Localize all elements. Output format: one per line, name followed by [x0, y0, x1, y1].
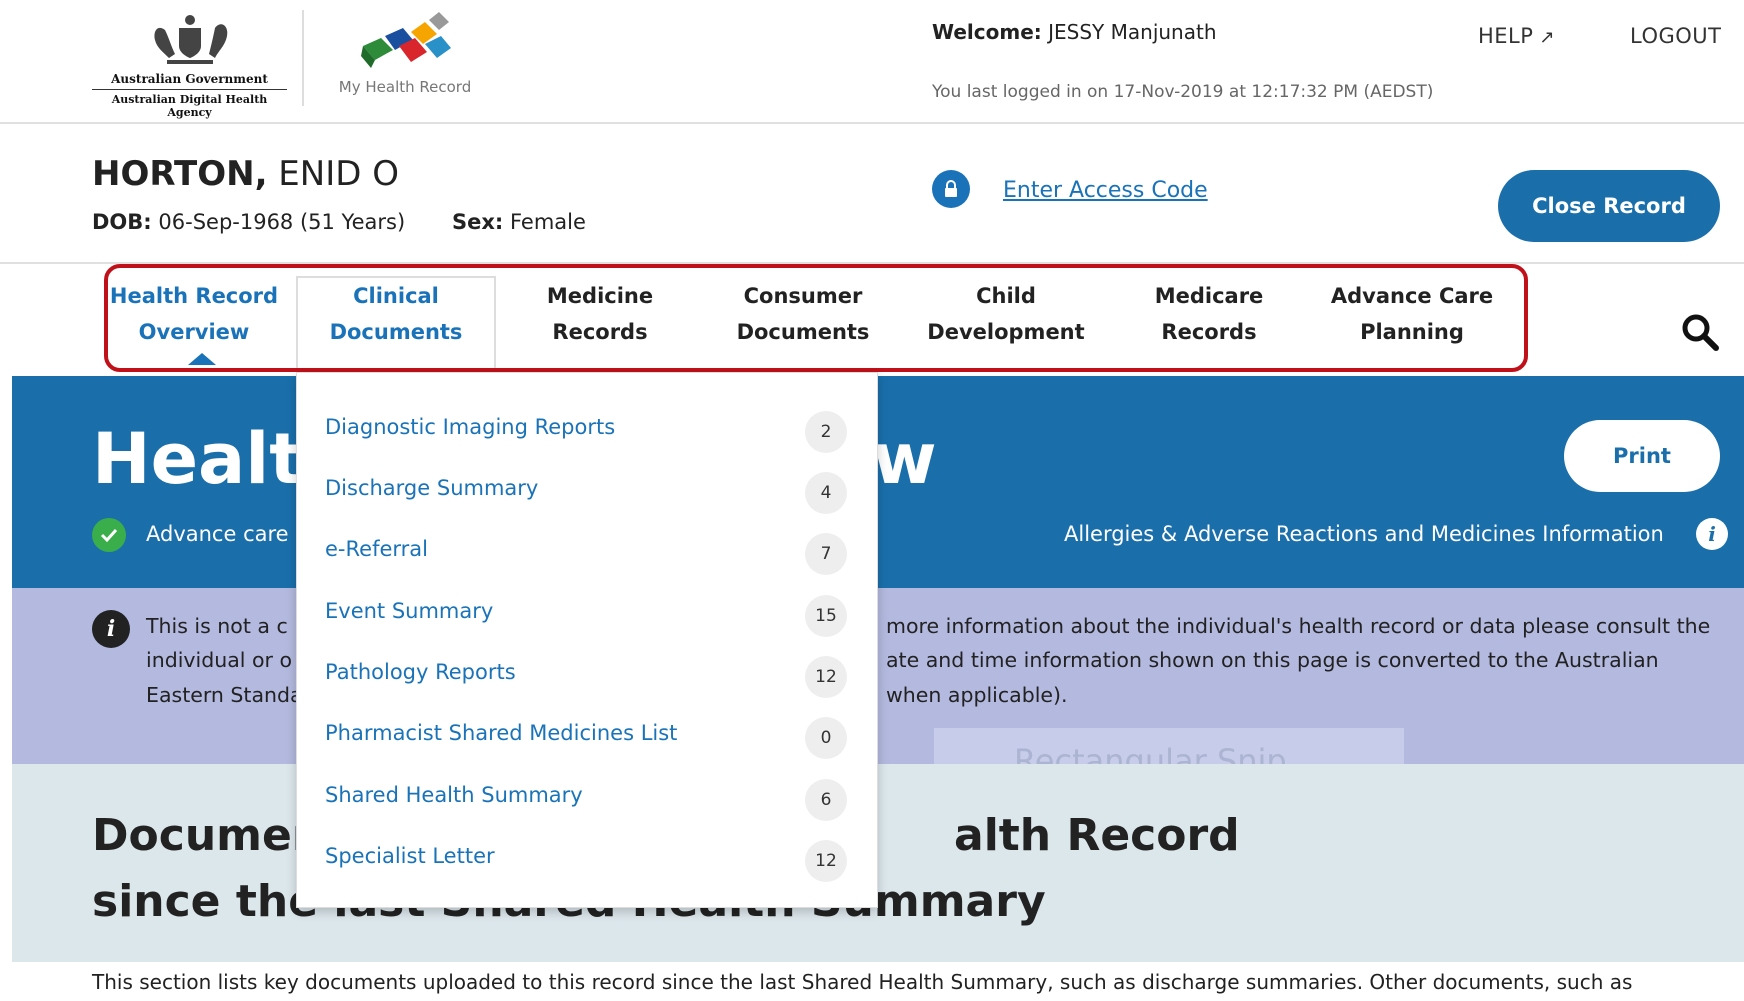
dropdown-item-label: Pharmacist Shared Medicines List	[325, 721, 678, 745]
patient-name: HORTON, ENID O	[92, 154, 399, 194]
patient-dob: DOB: 06-Sep-1968 (51 Years)	[92, 210, 405, 234]
patient-sex: Sex: Female	[452, 210, 586, 234]
last-login-text: You last logged in on 17-Nov-2019 at 12:…	[932, 82, 1434, 102]
notice-line-3-left: Eastern Standa	[146, 683, 303, 707]
dropdown-item-e-referral[interactable]: e-Referral 7	[297, 525, 879, 581]
documents-heading-left: Documen	[92, 810, 324, 861]
dropdown-item-pharmacist-shared-medicines-list[interactable]: Pharmacist Shared Medicines List 0	[297, 709, 879, 765]
notice-line-1-left: This is not a c	[146, 614, 288, 638]
search-icon[interactable]	[1680, 312, 1720, 352]
my-health-record-logo[interactable]: My Health Record	[330, 10, 480, 105]
enter-access-code-link[interactable]: Enter Access Code	[1003, 178, 1208, 203]
advance-care-status: Advance care i	[146, 522, 302, 546]
welcome-label: Welcome:	[932, 20, 1042, 44]
coat-of-arms-icon	[153, 15, 227, 64]
dob-label: DOB:	[92, 210, 152, 234]
logout-link[interactable]: LOGOUT	[1630, 24, 1721, 48]
notice-line-2-left: individual or o	[146, 648, 293, 672]
mhr-cubes-icon	[361, 12, 451, 68]
documents-heading-line1: Documen alth Record	[92, 810, 1240, 861]
dropdown-item-label: Shared Health Summary	[325, 783, 583, 807]
dropdown-item-label: e-Referral	[325, 537, 428, 561]
clinical-documents-dropdown: Diagnostic Imaging Reports 2 Discharge S…	[296, 372, 878, 908]
info-icon: i	[92, 610, 130, 648]
help-label: HELP	[1478, 24, 1534, 48]
documents-heading-right: alth Record	[954, 810, 1240, 861]
count-badge: 7	[805, 533, 847, 575]
dropdown-item-label: Specialist Letter	[325, 844, 495, 868]
dob-value: 06-Sep-1968 (51 Years)	[158, 210, 406, 234]
allergies-info-link[interactable]: Allergies & Adverse Reactions and Medici…	[1064, 522, 1664, 546]
sex-value: Female	[510, 210, 586, 234]
close-record-button[interactable]: Close Record	[1498, 170, 1720, 242]
count-badge: 4	[805, 472, 847, 514]
notice-line-1-right: more information about the individual's …	[886, 614, 1711, 638]
dropdown-item-specialist-letter[interactable]: Specialist Letter 12	[297, 832, 879, 888]
agency-name: Australian Digital Health Agency	[111, 93, 268, 119]
tabs-highlight-outline	[104, 264, 1528, 372]
welcome-text: Welcome: JESSY Manjunath	[932, 20, 1217, 44]
count-badge: 12	[805, 656, 847, 698]
count-badge: 2	[805, 411, 847, 453]
mhr-name: My Health Record	[338, 78, 472, 96]
print-button[interactable]: Print	[1564, 420, 1720, 492]
dropdown-item-pathology-reports[interactable]: Pathology Reports 12	[297, 648, 879, 704]
documents-body-area: This section lists key documents uploade…	[12, 962, 1744, 1001]
page-title-start: Healt	[92, 418, 303, 500]
notice-line-3-right: when applicable).	[886, 683, 1068, 707]
dropdown-item-label: Discharge Summary	[325, 476, 539, 500]
australian-government-logo[interactable]: Australian Government Australian Digital…	[92, 8, 287, 119]
count-badge: 15	[805, 595, 847, 637]
dropdown-item-diagnostic-imaging-reports[interactable]: Diagnostic Imaging Reports 2	[297, 403, 879, 459]
lock-icon	[932, 170, 970, 208]
sex-label: Sex:	[452, 210, 504, 234]
gov-rule	[92, 89, 287, 90]
notice-line-2-right: ate and time information shown on this p…	[886, 648, 1659, 672]
logo-divider	[302, 10, 304, 106]
patient-surname: HORTON,	[92, 154, 268, 194]
dropdown-item-event-summary[interactable]: Event Summary 15	[297, 587, 879, 643]
dropdown-item-label: Event Summary	[325, 599, 494, 623]
welcome-user: JESSY Manjunath	[1048, 20, 1217, 44]
page-title: Healt w	[92, 418, 937, 500]
checkmark-icon	[92, 518, 126, 552]
gov-name: Australian Government	[111, 72, 268, 86]
patient-given-name: ENID O	[278, 154, 399, 194]
help-link[interactable]: HELP ↗	[1478, 24, 1555, 48]
info-icon[interactable]: i	[1696, 518, 1728, 550]
dropdown-item-label: Diagnostic Imaging Reports	[325, 415, 616, 439]
count-badge: 12	[805, 840, 847, 882]
top-header: Australian Government Australian Digital…	[0, 0, 1744, 124]
count-badge: 6	[805, 779, 847, 821]
external-link-icon: ↗	[1539, 27, 1556, 48]
dropdown-item-shared-health-summary[interactable]: Shared Health Summary 6	[297, 771, 879, 827]
count-badge: 0	[805, 717, 847, 759]
dropdown-item-label: Pathology Reports	[325, 660, 516, 684]
dropdown-item-discharge-summary[interactable]: Discharge Summary 4	[297, 464, 879, 520]
patient-bar: HORTON, ENID O DOB: 06-Sep-1968 (51 Year…	[0, 126, 1744, 264]
documents-body-text: This section lists key documents uploade…	[92, 970, 1633, 994]
page-title-end: w	[872, 418, 937, 500]
